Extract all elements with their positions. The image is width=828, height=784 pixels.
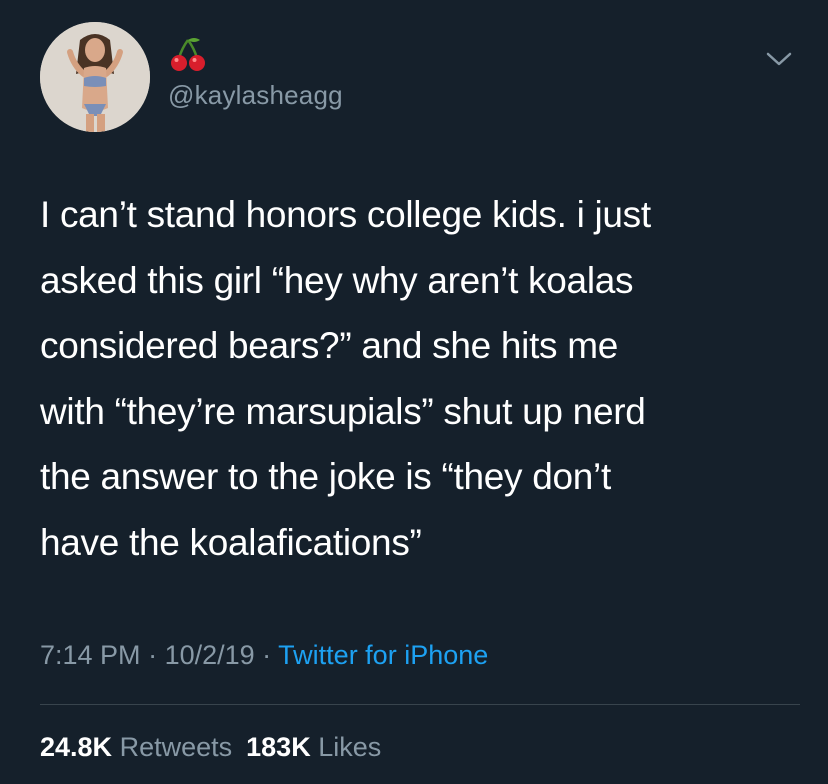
tweet-date: 10/2/19 (164, 640, 255, 670)
tweet-card: @kaylasheagg I can’t stand honors colleg… (0, 0, 828, 784)
likes-count: 183K (246, 732, 311, 762)
tweet-text-line: considered bears?” and she hits me (40, 325, 619, 366)
retweets-count: 24.8K (40, 732, 113, 762)
tweet-text-line: have the koalafications” (40, 521, 422, 563)
tweet-text: I can’t stand honors college kids. i jus… (40, 182, 800, 575)
user-handle[interactable]: @kaylasheagg (168, 80, 343, 111)
tweet-text-line: with “they’re marsupials” shut up nerd (40, 390, 646, 432)
divider (40, 704, 800, 705)
meta-separator: · (140, 640, 165, 670)
likes-label: Likes (318, 732, 382, 762)
tweet-source-link[interactable]: Twitter for iPhone (278, 640, 488, 670)
chevron-down-icon[interactable] (764, 48, 794, 70)
tweet-stats: 24.8K Retweets 183K Likes (40, 732, 381, 763)
avatar-photo (40, 22, 150, 132)
tweet-text-line: I can’t stand honors college kids. i jus… (40, 194, 651, 235)
tweet-meta: 7:14 PM · 10/2/19 · Twitter for iPhone (40, 640, 488, 671)
avatar[interactable] (40, 22, 150, 132)
tweet-text-line: asked this girl “hey why aren’t koalas (40, 259, 634, 301)
retweets-label: Retweets (119, 732, 233, 762)
likes-stat[interactable]: 183K Likes (246, 732, 381, 762)
retweets-stat[interactable]: 24.8K Retweets (40, 732, 232, 762)
meta-separator: · (254, 640, 279, 670)
cherry-icon (168, 34, 208, 74)
tweet-time: 7:14 PM (40, 640, 141, 670)
tweet-text-line: the answer to the joke is “they don’t (40, 456, 611, 497)
